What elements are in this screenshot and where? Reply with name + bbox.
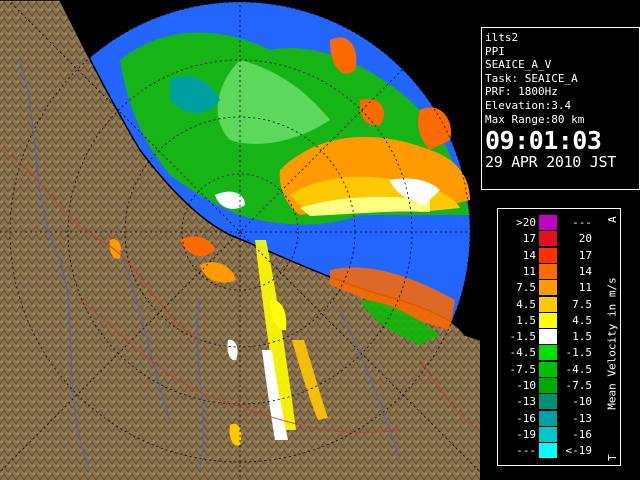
legend-row: 1.5 4.5 — [498, 312, 598, 328]
prf-value: PRF: 1800Hz — [485, 85, 558, 99]
legend-color-swatch — [539, 410, 557, 426]
legend-color-swatch — [539, 443, 557, 459]
scan-time: 09:01:03 — [485, 126, 602, 156]
legend-color-swatch — [539, 378, 557, 393]
legend-upper-bound: 17 — [578, 248, 592, 262]
legend-upper-bound: -4.5 — [565, 362, 593, 376]
legend-color-swatch — [539, 296, 557, 312]
legend-row: -4.5 -1.5 — [498, 345, 598, 361]
legend-upper-bound: -1.5 — [565, 346, 593, 360]
legend-upper-bound: 20 — [578, 232, 592, 246]
legend-row: >20 --- — [498, 215, 598, 230]
legend-lower-bound: 11 — [522, 264, 536, 278]
legend-upper-bound: -13 — [572, 411, 592, 425]
scan-date: 29 APR 2010 JST — [485, 153, 616, 172]
legend-upper-bound: -7.5 — [565, 379, 593, 392]
legend-row: -13 -10 — [498, 394, 598, 410]
task-name: Task: SEAICE_A — [485, 71, 578, 85]
max-range-value: Max Range:80 km — [485, 112, 585, 126]
elevation-value: Elevation:3.4 — [485, 98, 572, 112]
legend-row: 17 20 — [498, 231, 598, 247]
legend-unit-label-container: A Mean Velocity in m/s T — [605, 213, 619, 463]
legend-color-swatch — [539, 426, 557, 442]
legend-color-swatch — [539, 361, 557, 377]
legend-lower-bound: -10 — [516, 379, 536, 392]
product-name: SEAICE_A_V — [485, 58, 552, 72]
legend-lower-bound: -7.5 — [509, 362, 537, 376]
legend-upper-bound: 4.5 — [572, 313, 592, 327]
legend-color-swatch — [539, 329, 557, 345]
legend-row: -19 -16 — [498, 426, 598, 442]
legend-color-swatch — [539, 280, 557, 296]
legend-row: 4.5 7.5 — [498, 296, 598, 312]
legend-lower-bound: -13 — [516, 395, 536, 409]
legend-lower-bound: -19 — [516, 427, 536, 441]
legend-upper-bound: -10 — [572, 395, 592, 409]
legend-lower-bound: >20 — [516, 216, 536, 229]
legend-lower-bound: 17 — [522, 232, 536, 246]
legend-upper-bound: 11 — [578, 281, 592, 295]
legend-row: -7.5 -4.5 — [498, 361, 598, 377]
radar-ppi-display[interactable] — [0, 0, 480, 480]
legend-unit-label: Mean Velocity in m/s — [605, 276, 619, 410]
site-name: ilts2 — [485, 31, 519, 44]
legend-color-swatch — [539, 215, 557, 230]
legend-lower-bound: -1.5 — [509, 330, 537, 344]
legend-row: 11 14 — [498, 263, 598, 279]
legend-upper-bound: -16 — [572, 427, 592, 441]
legend-upper-bound: 7.5 — [572, 297, 592, 311]
legend-row: -10 -7.5 — [498, 378, 598, 393]
legend-top-mark: A — [605, 215, 619, 223]
legend-row: -16 -13 — [498, 410, 598, 426]
legend-lower-bound: 1.5 — [516, 313, 536, 327]
legend-upper-bound: <-19 — [565, 444, 593, 458]
legend-row: --- <-19 — [498, 443, 598, 459]
legend-lower-bound: 7.5 — [516, 281, 536, 295]
legend-color-swatch — [539, 394, 557, 410]
legend-color-swatch — [539, 263, 557, 279]
scan-info-panel: ilts2 PPI SEAICE_A_V Task: SEAICE_A PRF:… — [481, 27, 640, 190]
legend-color-swatch — [539, 231, 557, 247]
legend-lower-bound: -4.5 — [509, 346, 537, 360]
legend-lower-bound: -16 — [516, 411, 536, 425]
velocity-color-legend: >20 --- 17 20 14 17 11 14 7.5 11 4.5 7.5 1.5 4.5 -1.5 1… — [497, 208, 621, 466]
legend-row: 7.5 11 — [498, 280, 598, 296]
legend-lower-bound: 14 — [522, 248, 536, 262]
scan-type: PPI — [485, 44, 505, 58]
legend-color-swatch — [539, 247, 557, 263]
legend-row: -1.5 1.5 — [498, 329, 598, 345]
legend-color-swatch — [539, 345, 557, 361]
legend-upper-bound: 1.5 — [572, 330, 592, 344]
legend-lower-bound: 4.5 — [516, 297, 536, 311]
legend-lower-bound: --- — [516, 444, 536, 458]
legend-color-swatch — [539, 312, 557, 328]
legend-bottom-mark: T — [605, 453, 619, 461]
legend-upper-bound: 14 — [578, 264, 592, 278]
legend-row: 14 17 — [498, 247, 598, 263]
legend-upper-bound: --- — [572, 216, 592, 229]
